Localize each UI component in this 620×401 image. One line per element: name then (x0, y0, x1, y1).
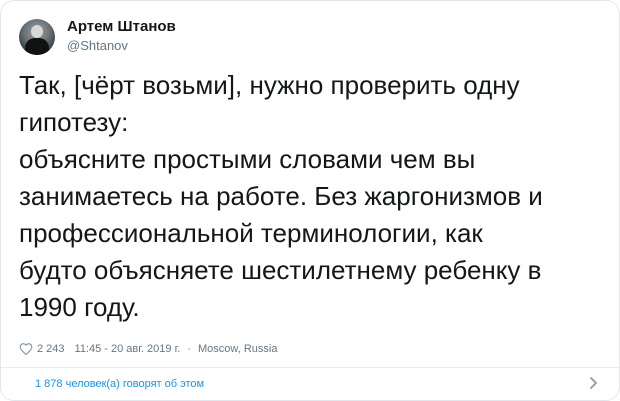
chevron-right-icon[interactable] (585, 375, 601, 391)
tweet-header: Артем Штанов @Shtanov (19, 17, 176, 57)
tweet-text: Так, [чёрт возьми], нужно проверить одну… (19, 67, 605, 326)
tweet-line: Так, [чёрт возьми], нужно проверить одну (19, 70, 520, 100)
avatar-body (25, 38, 49, 55)
tweet-line: профессиональной терминологии, как (19, 218, 483, 248)
tweet-line: гипотезу: (19, 107, 129, 137)
tweet-line: объясните простыми словами чем вы (19, 144, 476, 174)
tweet-meta: 2 243 11:45 - 20 авг. 2019 г. · Moscow, … (19, 342, 277, 356)
avatar-head (31, 25, 43, 38)
tweet-line: будто объясняете шестилетнему ребенку в (19, 255, 542, 285)
author-block: Артем Штанов @Shtanov (67, 19, 176, 53)
author-name[interactable]: Артем Штанов (67, 19, 176, 36)
timestamp[interactable]: 11:45 - 20 авг. 2019 г. (75, 343, 181, 355)
author-handle[interactable]: @Shtanov (67, 38, 176, 53)
tweet-line: занимаетесь на работе. Без жаргонизмов и (19, 181, 543, 211)
tweet-card: Артем Штанов @Shtanov Так, [чёрт возьми]… (0, 0, 620, 401)
tweet-line: 1990 году. (19, 292, 140, 322)
location[interactable]: Moscow, Russia (198, 343, 277, 355)
avatar[interactable] (19, 19, 55, 55)
heart-icon[interactable] (19, 342, 33, 356)
footer-divider (1, 367, 619, 368)
meta-separator: · (187, 343, 191, 355)
conversation-link[interactable]: 1 878 человек(а) говорят об этом (35, 378, 204, 390)
like-count[interactable]: 2 243 (37, 343, 65, 355)
